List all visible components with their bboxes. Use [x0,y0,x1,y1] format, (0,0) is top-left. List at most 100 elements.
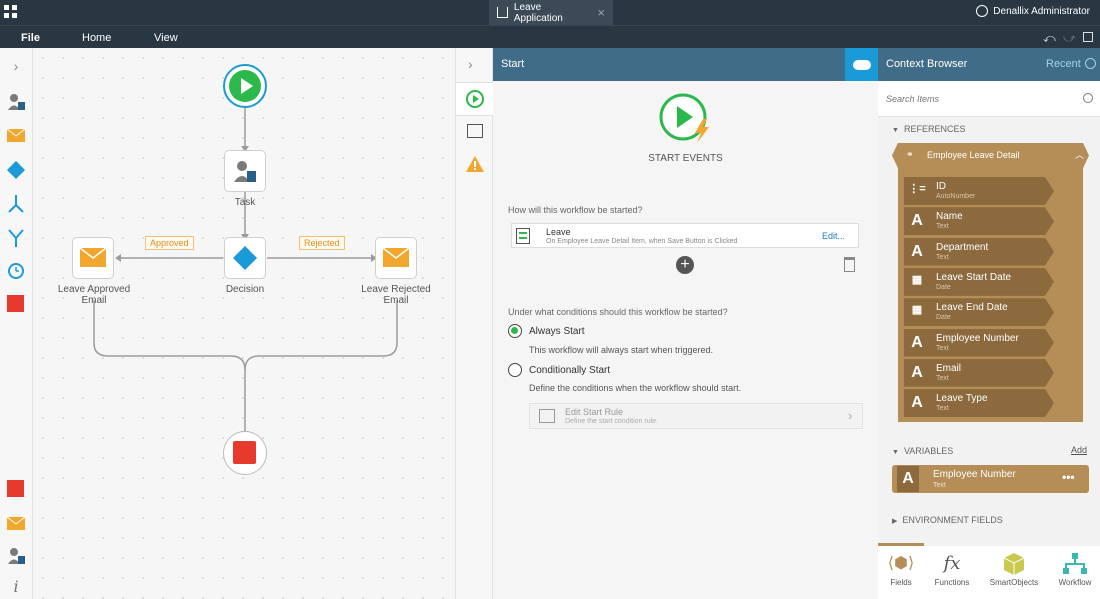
edit-start-rule-button[interactable]: Edit Start Rule Define the start conditi… [529,403,863,429]
rejected-tag[interactable]: Rejected [299,236,345,250]
redo-icon[interactable]: ⤻ [1063,31,1076,46]
decision-label: Decision [225,284,265,295]
decision-tool-icon[interactable] [6,160,26,180]
field-type: Text [936,374,949,382]
general-tab-icon[interactable] [467,124,483,138]
chevron-right-icon: › [848,408,853,423]
search-icon[interactable] [1083,93,1093,103]
approved-email-node[interactable] [72,237,114,279]
tab-fields[interactable]: ⟨⬢⟩ Fields [878,550,924,587]
app-grid-icon[interactable] [4,5,18,19]
start-events-tab[interactable] [456,82,493,116]
reference-group-header[interactable]: ⚭ Employee Leave Detail ︿ [892,143,1089,168]
functions-icon: fx [943,553,961,574]
field-type: Text [936,344,949,352]
event-row[interactable]: Leave On Employee Leave Detail Item, whe… [511,223,859,248]
undo-icon[interactable]: ⤺ [1043,31,1056,46]
search-input[interactable] [878,81,1100,117]
event-description: On Employee Leave Detail Item, when Save… [546,238,738,245]
stop-icon [233,441,256,464]
link-icon: ⚭ [906,149,914,159]
menu-home[interactable]: Home [82,32,111,44]
warning-icon[interactable] [466,156,484,177]
decision-node[interactable] [224,237,266,279]
delete-trash-icon[interactable] [844,257,855,272]
reference-field-item[interactable]: A Email Text [904,358,1054,387]
menu-bar: File Home View ⤺ ⤻ [0,25,1100,48]
edit-start-rule-title: Edit Start Rule [565,407,624,417]
user-menu[interactable]: Denallix Administrator [976,5,1090,17]
end-recent-icon[interactable] [6,479,26,499]
tab-title: Leave Application [513,1,563,24]
references-section[interactable]: ▼ REFERENCES [892,124,965,134]
menu-view[interactable]: View [154,32,178,44]
reference-field-item[interactable]: ▦ Leave End Date Date [904,298,1054,327]
variables-section[interactable]: ▼ VARIABLES [892,446,953,456]
rejected-email-node[interactable] [375,237,417,279]
collapse-icon: ︿ [1075,150,1085,160]
user-name: Denallix Administrator [993,5,1090,17]
add-variable-link[interactable]: Add [1071,445,1087,455]
reference-field-item[interactable]: A Employee Number Text [904,328,1054,357]
play-icon [229,70,261,102]
email-icon [383,248,409,267]
environment-fields-section[interactable]: ▶ ENVIRONMENT FIELDS [892,515,1003,525]
timer-tool-icon[interactable] [6,260,26,280]
info-icon[interactable]: i [6,576,26,596]
conditional-start-description: Define the conditions when the workflow … [529,383,742,393]
end-node[interactable] [223,431,267,475]
caret-right-icon: ▶ [892,518,898,525]
email-icon [80,248,106,267]
add-event-icon[interactable]: + [676,256,694,274]
close-tab-icon[interactable]: × [597,5,605,20]
reference-field-item[interactable]: A Name Text [904,207,1054,236]
tab-fields-label: Fields [890,578,912,587]
browser-bottom-tabs: ⟨⬢⟩ Fields fx Functions SmartObjects Workf… [878,543,1100,599]
save-icon[interactable] [1083,32,1093,42]
tab-smartobjects[interactable]: SmartObjects [982,550,1046,587]
reference-field-item[interactable]: A Leave Type Text [904,389,1054,418]
field-name: Department [936,241,989,253]
email-tool-icon[interactable] [6,126,26,146]
always-start-radio[interactable] [508,324,522,338]
context-browser: ▼ REFERENCES ⚭ Employee Leave Detail ︿ ⋮… [878,81,1100,599]
rule-icon [539,409,555,423]
reference-field-item[interactable]: ⋮= ID AutoNumber [904,177,1054,205]
task-recent-icon[interactable] [6,546,26,566]
field-name: Leave Start Date [936,271,1012,283]
calendar-icon: ▦ [911,273,923,286]
start-node[interactable] [223,64,267,108]
reference-group-name: Employee Leave Detail [927,150,1020,160]
menu-file[interactable]: File [21,32,40,44]
recent-link[interactable]: Recent [1046,58,1081,70]
end-tool-icon[interactable] [6,294,26,314]
email-recent-icon[interactable] [6,514,26,534]
task-tool-icon[interactable] [6,92,26,112]
variable-item[interactable]: A Employee Number Text ••• [892,465,1089,493]
merge-tool-icon[interactable] [6,228,26,248]
variable-name: Employee Number [933,469,1016,480]
document-tab[interactable]: Leave Application × [489,0,613,25]
always-start-label: Always Start [529,326,585,337]
tab-workflow[interactable]: Workflow [1050,550,1100,587]
expand-chevron-icon[interactable]: › [6,56,26,76]
edit-event-link[interactable]: Edit... [822,231,845,241]
split-tool-icon[interactable] [6,194,26,214]
field-type: Text [936,253,949,261]
conditional-start-radio[interactable] [508,363,522,377]
workflow-canvas[interactable]: Task Decision Leave Approved Email Leave… [33,48,455,599]
form-event-icon [516,228,530,244]
task-node[interactable] [224,150,266,192]
tab-functions[interactable]: fx Functions [928,550,976,587]
pin-panel-button[interactable] [845,48,878,81]
reference-field-item[interactable]: ▦ Leave Start Date Date [904,267,1054,296]
more-options-icon[interactable]: ••• [1062,470,1075,484]
reference-field-item[interactable]: A Department Text [904,237,1054,266]
question-how: How will this workflow be started? [508,205,643,215]
clock-icon[interactable] [1085,58,1096,69]
connector-lines [93,108,398,437]
approved-tag[interactable]: Approved [145,236,194,250]
field-name: Leave End Date [936,302,1008,314]
hierarchy-icon [497,7,508,18]
collapse-chevron-icon[interactable]: › [468,56,473,72]
